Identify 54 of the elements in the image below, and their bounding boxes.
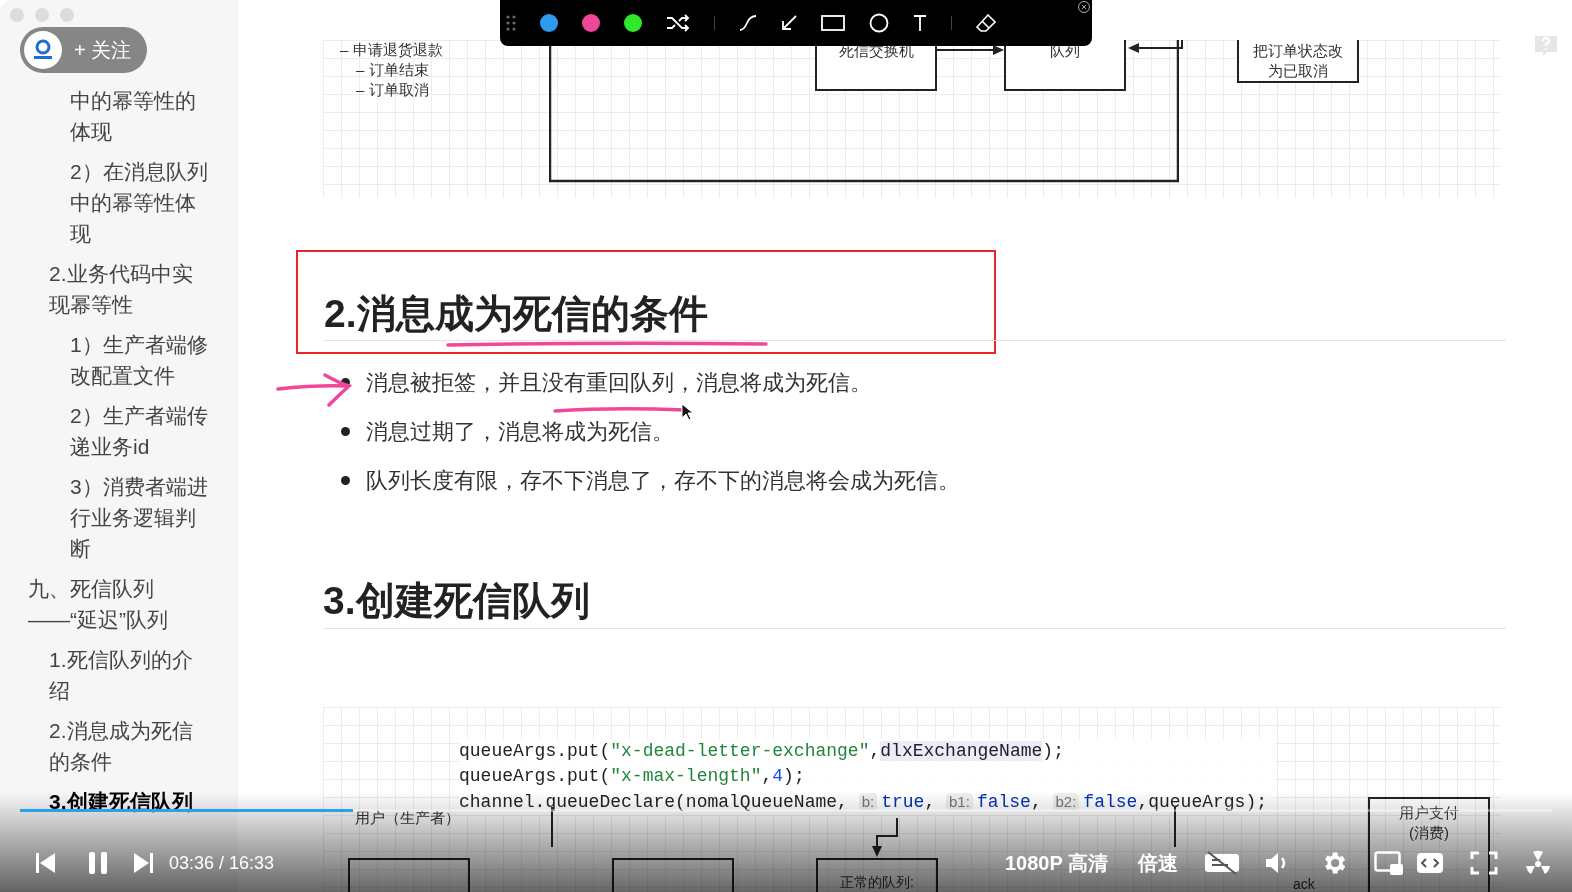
- diagram-list-item: – 申请退货退款: [340, 40, 443, 60]
- section-heading: 3.创建死信队列: [323, 577, 591, 624]
- diagram-node: 把订单状态改为已取消: [1237, 40, 1359, 83]
- code-snippet: queueArgs.put("x-dead-letter-exchange",dlxExchangeName); queueArgs.put("x-max-length",4); channel.queueDeclare(nomalQueueName, b: true, b1: false, b2: false,queueArgs);: [459, 738, 1275, 815]
- widescreen-icon[interactable]: [1416, 851, 1444, 875]
- picture-in-picture-icon[interactable]: [1374, 850, 1404, 876]
- pause-icon[interactable]: [88, 851, 108, 875]
- eraser-icon[interactable]: [976, 14, 996, 32]
- pen-color-swatch[interactable]: [582, 14, 600, 32]
- bullet-icon: [341, 377, 350, 387]
- arrow-connector: [937, 44, 1005, 56]
- mouse-cursor-icon: [681, 402, 693, 421]
- outline-item[interactable]: 中的幂等性的体现: [0, 85, 238, 147]
- divider-line: [551, 806, 553, 847]
- bullet-icon: [341, 426, 350, 436]
- fullscreen-icon[interactable]: [1470, 851, 1498, 875]
- diagram-list-item: – 订单取消: [355, 80, 430, 100]
- logo-icon: [24, 31, 62, 69]
- outline-item[interactable]: 2）生产者端传递业务id: [0, 400, 238, 462]
- rectangle-icon[interactable]: [821, 15, 845, 31]
- outline-item[interactable]: 2.消息成为死信的条件: [0, 715, 238, 777]
- outline-item[interactable]: 1.死信队列的介绍: [0, 644, 238, 706]
- outline-item[interactable]: 九、死信队列——“延迟”队列: [0, 573, 238, 635]
- section-heading: 2.消息成为死信的条件: [324, 291, 708, 336]
- radiation-icon[interactable]: [1524, 849, 1552, 877]
- follow-button[interactable]: + 关注: [20, 27, 148, 73]
- arrow-connector: [869, 817, 899, 858]
- drag-handle-icon[interactable]: [506, 15, 516, 31]
- pen-color-swatch[interactable]: [624, 14, 642, 32]
- arrow-tool-icon[interactable]: [781, 15, 797, 31]
- outline-item[interactable]: 2）在消息队列中的幂等性体现: [0, 156, 238, 249]
- outline-item[interactable]: 2.业务代码中实现幂等性: [0, 258, 238, 320]
- diagram-label: ack: [1293, 874, 1315, 892]
- outline-item[interactable]: 3）消费者端进行业务逻辑判断: [0, 471, 238, 564]
- diagram-label: 用户（生产者）: [355, 807, 460, 828]
- outline-item[interactable]: 1）生产者端修改配置文件: [0, 329, 238, 391]
- close-icon[interactable]: [1078, 1, 1090, 13]
- bullet-icon: [341, 475, 350, 485]
- arrow-connector: [1127, 40, 1183, 54]
- circle-icon[interactable]: [869, 13, 889, 33]
- text-tool-icon[interactable]: [913, 15, 927, 31]
- diagram-list-item: – 订单结束: [355, 60, 430, 80]
- pen-color-swatch[interactable]: [540, 14, 558, 32]
- previous-icon[interactable]: [36, 852, 56, 874]
- subtitles-off-icon[interactable]: [1204, 851, 1240, 875]
- next-icon[interactable]: [133, 852, 153, 874]
- curve-icon[interactable]: [739, 15, 757, 31]
- playback-time: 03:36 / 16:33: [169, 851, 275, 875]
- shuffle-icon[interactable]: [666, 14, 690, 32]
- bullet-text: 消息被拒签，并且没有重回队列，消息将成为死信。: [366, 368, 872, 397]
- diagram-node: 正常的队列:: [816, 857, 938, 892]
- divider-line: [1174, 806, 1176, 847]
- bullet-text: 队列长度有限，存不下消息了，存不下的消息将会成为死信。: [366, 466, 960, 495]
- bullet-text: 消息过期了，消息将成为死信。: [366, 417, 674, 446]
